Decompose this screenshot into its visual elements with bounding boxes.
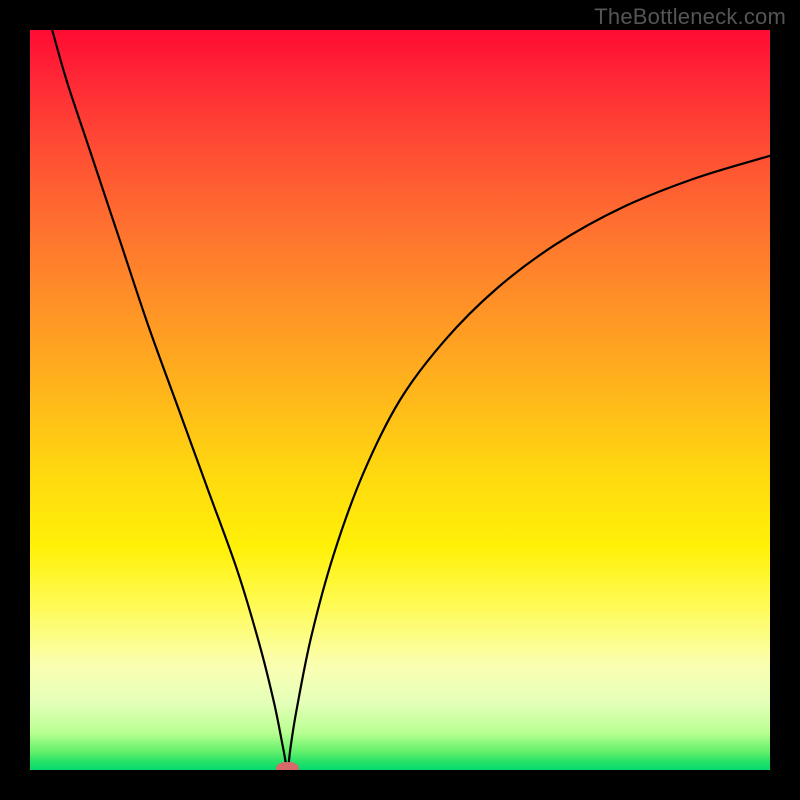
bottleneck-curve (52, 30, 770, 769)
optimal-point-marker (276, 762, 300, 770)
plot-area (30, 30, 770, 770)
chart-frame: TheBottleneck.com (0, 0, 800, 800)
watermark-text: TheBottleneck.com (594, 4, 786, 30)
curve-svg (30, 30, 770, 770)
